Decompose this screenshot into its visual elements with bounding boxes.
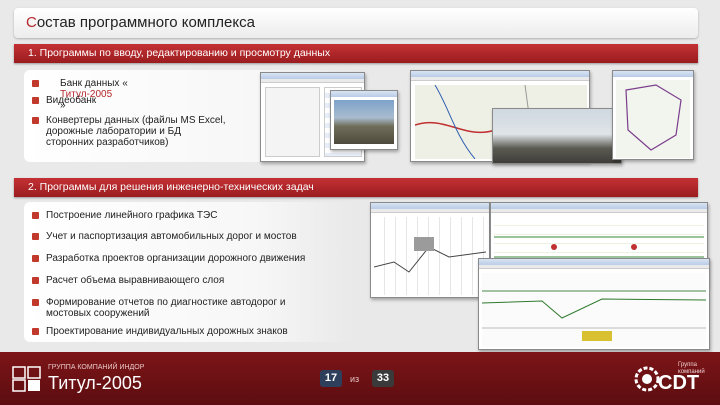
footer-brand: Титул-2005 — [48, 373, 142, 393]
bullet-text: Расчет объема выравнивающего слоя — [46, 275, 225, 286]
bullet-text: Построение линейного графика ТЭС — [46, 210, 218, 221]
page-title: Состав программного комплекса — [26, 14, 255, 31]
bullet-text: Учет и паспортизация автомобильных дорог… — [46, 231, 297, 242]
bullet-text: Видеобанк — [46, 95, 97, 106]
section-header-2: 2. Программы для решения инженерно-техни… — [14, 178, 698, 197]
footer: ГРУППА КОМПАНИЙ ИНДОР Титул-2005 17 из 3… — [0, 352, 720, 405]
footer-company: ГРУППА КОМПАНИЙ ИНДОР — [48, 364, 145, 371]
screenshot-road-video — [492, 108, 622, 164]
bullet-item: Построение линейного графика ТЭС — [32, 210, 217, 221]
bullet-panel-2: Построение линейного графика ТЭС Учет и … — [24, 202, 354, 342]
bullet-text: Разработка проектов организации дорожног… — [46, 253, 306, 264]
company-logo-icon — [12, 366, 41, 392]
screenshot-linear-graph — [370, 202, 490, 298]
title-bar: Состав программного комплекса — [14, 8, 698, 38]
bullet-text: Проектирование индивидуальных дорожных з… — [46, 326, 288, 337]
bullet-item: Конвертеры данных (файлы MS Excel, дорож… — [32, 115, 226, 148]
screenshot-diagnostics — [478, 258, 710, 350]
bullet-item: Учет и паспортизация автомобильных дорог… — [32, 231, 297, 242]
bullet-text: Банк данных « — [60, 78, 128, 89]
bullet-item: Проектирование индивидуальных дорожных з… — [32, 326, 288, 337]
bullet-item: Видеобанк — [32, 95, 96, 106]
page-current[interactable]: 17 — [320, 370, 342, 387]
screenshot-videobank — [330, 90, 398, 150]
bullet-item: Расчет объема выравнивающего слоя — [32, 275, 224, 286]
title-rest: остав программного комплекса — [36, 14, 255, 31]
screenshot-region-map — [612, 70, 694, 160]
bullet-text: Конвертеры данных (файлы MS Excel, дорож… — [46, 115, 226, 148]
cdt-logo-subtitle: Группа компаний — [678, 362, 705, 375]
bullet-item: Формирование отчетов по диагностике авто… — [32, 297, 285, 319]
page-separator: из — [350, 374, 360, 384]
bullet-text: Формирование отчетов по диагностике авто… — [46, 297, 286, 319]
section-header-1: 1. Программы по вводу, редактированию и … — [14, 44, 698, 63]
page-total[interactable]: 33 — [372, 370, 394, 387]
bullet-item: Разработка проектов организации дорожног… — [32, 253, 305, 264]
cdt-logo: CDT Группа компаний — [632, 360, 712, 398]
title-first-letter: С — [26, 14, 37, 31]
